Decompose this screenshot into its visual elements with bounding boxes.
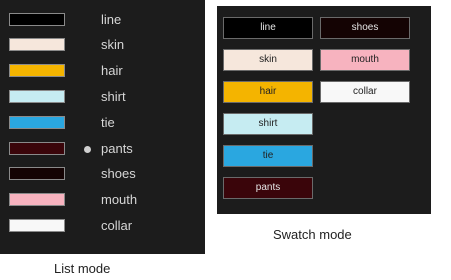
swatch-shoes[interactable]: shoes	[320, 17, 410, 39]
swatch-shirt[interactable]: shirt	[223, 113, 313, 135]
list-item-label: shoes	[101, 166, 136, 181]
color-chip-tie	[9, 116, 65, 129]
list-item-shoes[interactable]: shoes	[0, 165, 205, 185]
list-item-label: line	[101, 12, 122, 27]
color-chip-shirt	[9, 90, 65, 103]
list-item-label: skin	[101, 37, 125, 52]
swatch-mode-caption: Swatch mode	[273, 227, 352, 242]
list-item-label: shirt	[101, 89, 126, 104]
swatch-line[interactable]: line	[223, 17, 313, 39]
color-chip-mouth	[9, 193, 65, 206]
swatch-mouth[interactable]: mouth	[320, 49, 410, 71]
list-item-line[interactable]: line	[0, 11, 205, 31]
selected-bullet-icon	[84, 146, 91, 153]
color-chip-skin	[9, 38, 65, 51]
color-chip-hair	[9, 64, 65, 77]
list-item-mouth[interactable]: mouth	[0, 191, 205, 211]
list-item-label: collar	[101, 218, 133, 233]
swatch-mode-panel: line shoes skin mouth hair collar shirt tie pant…	[217, 6, 431, 214]
list-item-shirt[interactable]: shirt	[0, 88, 205, 108]
list-mode-panel: line skin hair shirt tie pants shoes mouth colla…	[0, 0, 205, 254]
list-item-collar[interactable]: collar	[0, 217, 205, 237]
swatch-tie[interactable]: tie	[223, 145, 313, 167]
list-item-tie[interactable]: tie	[0, 114, 205, 134]
list-item-pants[interactable]: pants	[0, 140, 205, 160]
swatch-collar[interactable]: collar	[320, 81, 410, 103]
list-item-label: hair	[101, 63, 123, 78]
color-chip-line	[9, 13, 65, 26]
list-item-label: tie	[101, 115, 115, 130]
list-item-hair[interactable]: hair	[0, 62, 205, 82]
color-chip-shoes	[9, 167, 65, 180]
color-chip-pants	[9, 142, 65, 155]
color-chip-collar	[9, 219, 65, 232]
swatch-hair[interactable]: hair	[223, 81, 313, 103]
swatch-pants[interactable]: pants	[223, 177, 313, 199]
list-mode-caption: List mode	[54, 261, 111, 276]
swatch-skin[interactable]: skin	[223, 49, 313, 71]
list-item-label: mouth	[101, 192, 138, 207]
list-item-skin[interactable]: skin	[0, 36, 205, 56]
list-item-label: pants	[101, 141, 133, 156]
